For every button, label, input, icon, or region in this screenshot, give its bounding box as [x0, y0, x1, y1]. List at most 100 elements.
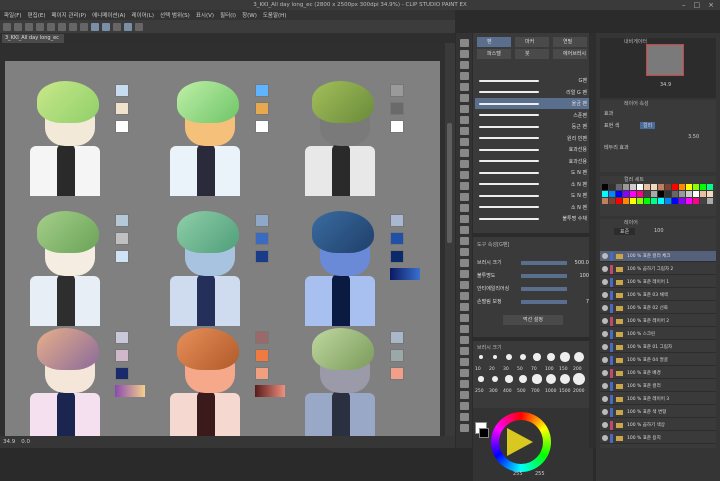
- color-set-swatch[interactable]: [665, 184, 671, 190]
- snap-icon[interactable]: [91, 22, 99, 31]
- tool-icon[interactable]: [460, 105, 469, 113]
- color-swatch[interactable]: [255, 102, 269, 115]
- color-set-swatch[interactable]: [672, 184, 678, 190]
- menu-item[interactable]: 도움말(H): [263, 11, 287, 19]
- layer-row[interactable]: 100 % 곱하기 그림자 2: [600, 264, 716, 275]
- color-set-swatch[interactable]: [665, 191, 671, 197]
- toolprop-slider[interactable]: [521, 286, 567, 291]
- color-set-swatch[interactable]: [679, 184, 685, 190]
- color-set-swatch[interactable]: [623, 191, 629, 197]
- layer-row[interactable]: 100 % 표준 컬러 체크: [600, 251, 716, 262]
- save-icon[interactable]: [25, 22, 33, 31]
- navigator-zoom[interactable]: 34.9: [660, 82, 671, 88]
- layerprop-border[interactable]: 테두리 효과: [604, 144, 629, 151]
- layerprop-thickness[interactable]: 3.50: [688, 134, 699, 140]
- scroll-thumb[interactable]: [447, 123, 452, 243]
- visibility-eye-icon[interactable]: [602, 318, 608, 324]
- tool-icon[interactable]: [460, 358, 469, 366]
- visibility-eye-icon[interactable]: [602, 292, 608, 298]
- color-set-swatch[interactable]: [623, 198, 629, 204]
- brush-size-dot[interactable]: [492, 354, 498, 360]
- lock-icon[interactable]: [135, 22, 143, 31]
- color-swatch[interactable]: [390, 367, 404, 380]
- close-icon[interactable]: ×: [708, 0, 714, 10]
- transform-icon[interactable]: [80, 22, 88, 31]
- tool-icon[interactable]: [460, 193, 469, 201]
- menu-item[interactable]: 필터(I): [220, 11, 236, 19]
- tool-icon[interactable]: [460, 182, 469, 190]
- visibility-eye-icon[interactable]: [602, 331, 608, 337]
- visibility-eye-icon[interactable]: [602, 357, 608, 363]
- color-swatch[interactable]: [255, 214, 269, 227]
- color-set-swatch[interactable]: [602, 184, 608, 190]
- color-set-swatch[interactable]: [700, 184, 706, 190]
- tool-icon[interactable]: [460, 303, 469, 311]
- visibility-eye-icon[interactable]: [602, 344, 608, 350]
- tool-icon[interactable]: [460, 259, 469, 267]
- color-swatch[interactable]: [115, 349, 129, 362]
- menu-item[interactable]: 창(W): [242, 11, 257, 19]
- visibility-eye-icon[interactable]: [602, 279, 608, 285]
- color-set-swatch[interactable]: [686, 191, 692, 197]
- color-set-swatch[interactable]: [630, 184, 636, 190]
- tool-icon[interactable]: [460, 281, 469, 289]
- tool-icon[interactable]: [460, 424, 469, 432]
- brush-preset[interactable]: 울금 펜: [475, 98, 591, 109]
- color-set-swatch[interactable]: [630, 198, 636, 204]
- snap-ruler-icon[interactable]: [124, 22, 132, 31]
- color-set-swatch[interactable]: [644, 191, 650, 197]
- toolprop-slider[interactable]: [521, 273, 567, 278]
- tool-icon[interactable]: [460, 270, 469, 278]
- layer-row[interactable]: 100 % 표준 배경: [600, 368, 716, 379]
- visibility-eye-icon[interactable]: [602, 253, 608, 259]
- clear-icon[interactable]: [58, 22, 66, 31]
- color-set-swatch[interactable]: [602, 198, 608, 204]
- color-set-swatch[interactable]: [616, 198, 622, 204]
- subtool-tab[interactable]: 연필: [553, 37, 587, 47]
- navigator-thumbnail[interactable]: [646, 44, 684, 76]
- color-set-swatch[interactable]: [609, 191, 615, 197]
- zoom-value[interactable]: 34.9: [3, 439, 15, 445]
- tool-icon[interactable]: [460, 391, 469, 399]
- brush-preset[interactable]: 원리 빈펜: [475, 133, 591, 144]
- toolprop-row[interactable]: 불투명도 100: [477, 270, 589, 281]
- fill-icon[interactable]: [69, 22, 77, 31]
- color-swatch[interactable]: [390, 84, 404, 97]
- toolprop-value[interactable]: 500.0: [571, 260, 589, 266]
- brush-preset[interactable]: 소 N 펜: [475, 202, 591, 213]
- brush-size-dot[interactable]: [533, 353, 541, 361]
- brush-size-dot[interactable]: [519, 353, 527, 361]
- color-set-swatch[interactable]: [609, 184, 615, 190]
- color-swatch[interactable]: [390, 214, 404, 227]
- toolprop-slider[interactable]: [521, 260, 567, 265]
- color-set-swatch[interactable]: [700, 198, 706, 204]
- color-swatch[interactable]: [115, 331, 129, 344]
- tool-icon[interactable]: [460, 149, 469, 157]
- brush-size-dot[interactable]: [560, 352, 570, 362]
- color-swatch[interactable]: [255, 250, 269, 263]
- brush-size-dot[interactable]: [546, 352, 556, 362]
- color-swatch[interactable]: [115, 120, 129, 133]
- color-set-swatch[interactable]: [679, 198, 685, 204]
- color-set-swatch[interactable]: [637, 184, 643, 190]
- layer-row[interactable]: 100 % 표준 레이어 1: [600, 277, 716, 288]
- document-tab[interactable]: 3_KKI_All day long_ec: [2, 34, 64, 43]
- tool-icon[interactable]: [460, 248, 469, 256]
- visibility-eye-icon[interactable]: [602, 305, 608, 311]
- brush-preset[interactable]: 도 N 펜: [475, 190, 591, 201]
- menu-item[interactable]: 표시(V): [196, 11, 214, 19]
- tool-icon[interactable]: [460, 94, 469, 102]
- color-swatch[interactable]: [255, 120, 269, 133]
- brush-preset[interactable]: 스푼펜: [475, 110, 591, 121]
- layer-row[interactable]: 100 % 표준 용지: [600, 433, 716, 444]
- layer-row[interactable]: 100 % 표준 02 선화: [600, 303, 716, 314]
- minimize-icon[interactable]: –: [682, 0, 686, 10]
- layer-row[interactable]: 100 % 표준 01 그림자: [600, 342, 716, 353]
- color-set-swatch[interactable]: [616, 191, 622, 197]
- layer-row[interactable]: 100 % 표준 레이어 2: [600, 316, 716, 327]
- color-set-swatch[interactable]: [700, 191, 706, 197]
- layer-row[interactable]: 100 % 표준 색 변형: [600, 407, 716, 418]
- color-swatch[interactable]: [115, 232, 129, 245]
- color-swatch[interactable]: [255, 232, 269, 245]
- color-set-swatch[interactable]: [665, 198, 671, 204]
